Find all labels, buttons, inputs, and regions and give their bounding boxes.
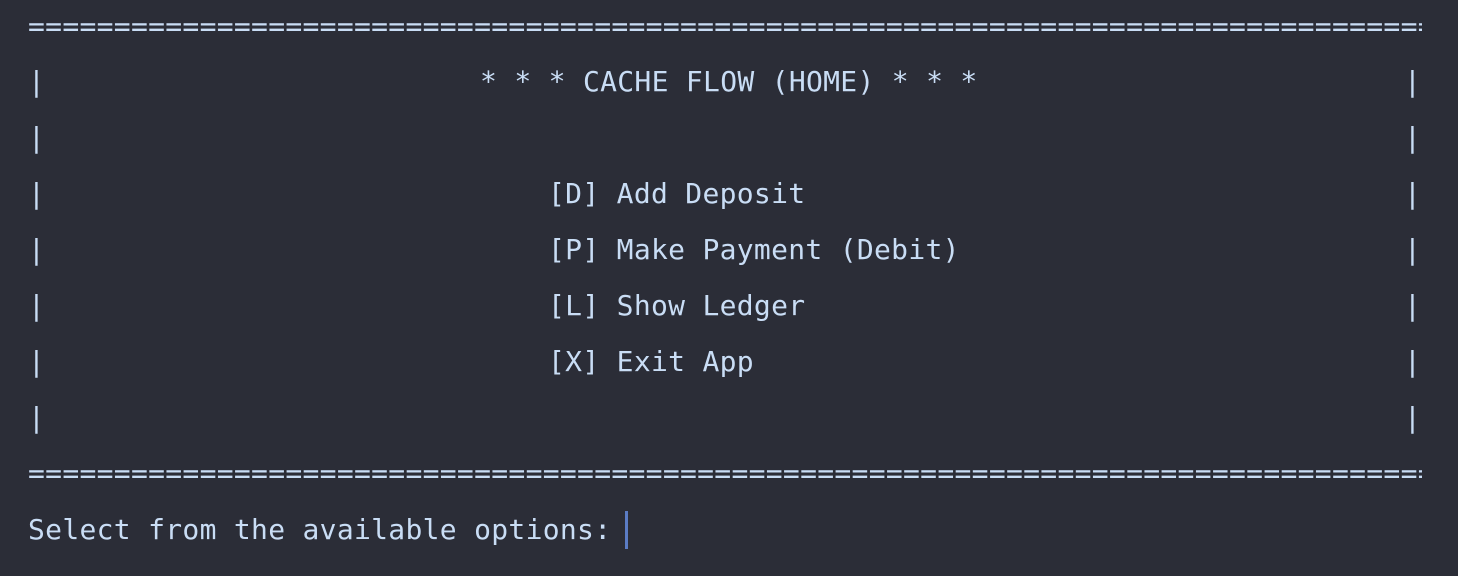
option-key: [D] bbox=[548, 177, 600, 210]
right-border: | bbox=[1404, 345, 1422, 378]
left-border: | bbox=[28, 121, 46, 154]
bottom-rule: ========================================… bbox=[28, 457, 1422, 490]
menu-option-ledger: [L] Show Ledger bbox=[548, 286, 805, 326]
input-prompt-row[interactable]: Select from the available options: bbox=[28, 510, 629, 550]
left-border: | bbox=[28, 233, 46, 266]
option-label: Add Deposit bbox=[616, 177, 806, 210]
right-border: | bbox=[1404, 401, 1422, 434]
menu-option-payment: [P] Make Payment (Debit) bbox=[548, 230, 960, 270]
right-border: | bbox=[1404, 289, 1422, 322]
left-border: | bbox=[28, 289, 46, 322]
right-border: | bbox=[1404, 177, 1422, 210]
menu-title: * * * CACHE FLOW (HOME) * * * bbox=[480, 65, 978, 98]
top-rule: ========================================… bbox=[28, 10, 1422, 43]
prompt-text: Select from the available options: bbox=[28, 513, 612, 546]
option-key: [P] bbox=[548, 233, 600, 266]
text-cursor[interactable] bbox=[625, 511, 629, 549]
option-label: Exit App bbox=[616, 345, 754, 378]
option-key: [X] bbox=[548, 345, 600, 378]
terminal-window[interactable]: ========================================… bbox=[0, 0, 1458, 576]
option-label: Show Ledger bbox=[616, 289, 806, 322]
left-border: | bbox=[28, 65, 46, 98]
right-border: | bbox=[1404, 121, 1422, 154]
right-border: | bbox=[1404, 65, 1422, 98]
option-label: Make Payment (Debit) bbox=[616, 233, 960, 266]
left-border: | bbox=[28, 401, 46, 434]
right-border: | bbox=[1404, 233, 1422, 266]
option-key: [L] bbox=[548, 289, 600, 322]
left-border: | bbox=[28, 177, 46, 210]
menu-option-deposit: [D] Add Deposit bbox=[548, 174, 805, 214]
left-border: | bbox=[28, 345, 46, 378]
menu-option-exit: [X] Exit App bbox=[548, 342, 754, 382]
